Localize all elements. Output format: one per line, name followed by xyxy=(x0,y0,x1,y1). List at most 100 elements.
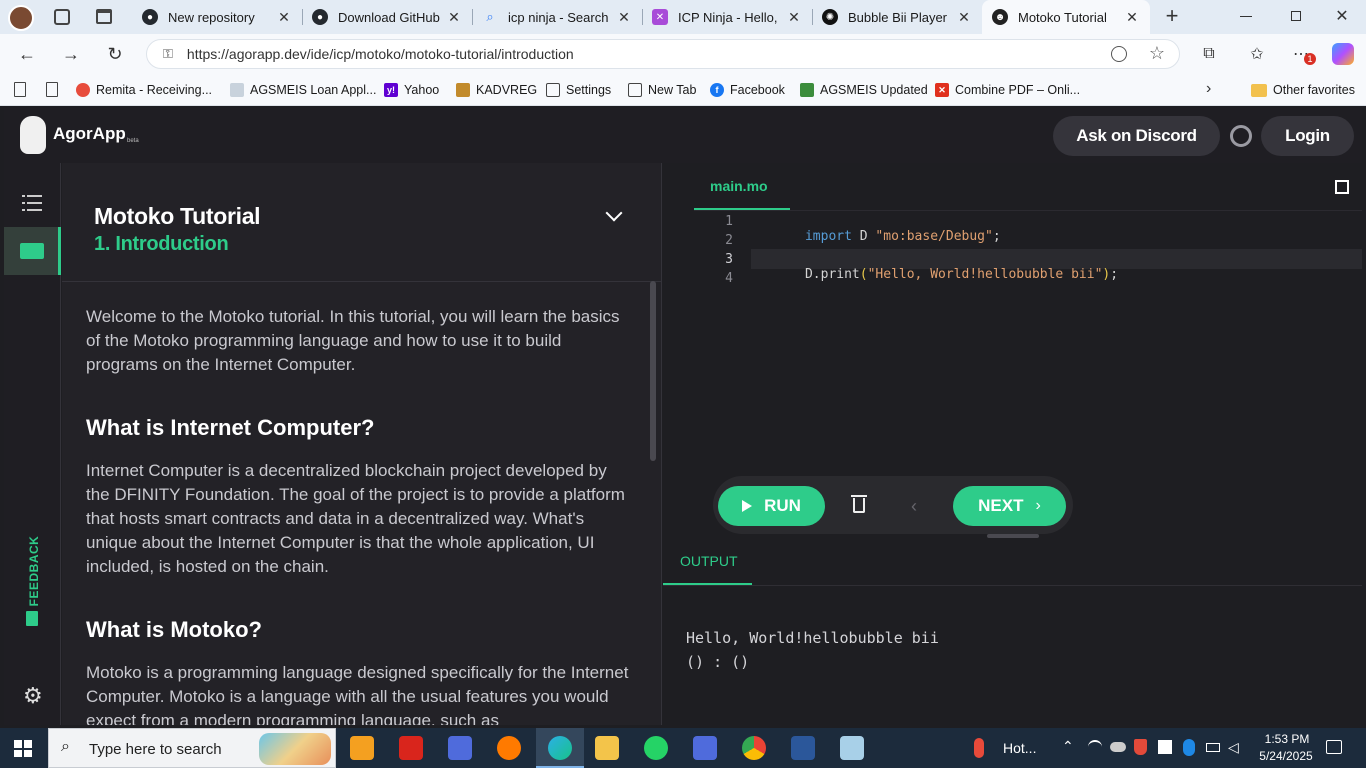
settings-gear-icon[interactable]: ⚙ xyxy=(23,685,43,707)
search-highlight-image xyxy=(259,733,331,765)
workspaces-icon[interactable] xyxy=(54,9,70,25)
tab-icp-ninja-hello[interactable]: ✕ ICP Ninja - Hello, wo ✕ xyxy=(642,0,812,34)
file-tab-main-mo[interactable]: main.mo xyxy=(694,163,790,210)
run-label: RUN xyxy=(764,496,801,515)
favorite-kadvreg[interactable]: KADVREG xyxy=(456,81,537,99)
new-tab-button[interactable]: + xyxy=(1160,4,1184,28)
notifications-icon[interactable] xyxy=(1326,740,1342,754)
close-tab-icon[interactable]: ✕ xyxy=(786,9,802,26)
network-icon[interactable] xyxy=(1088,740,1102,754)
tab-download-github[interactable]: ● Download GitHub De ✕ xyxy=(302,0,472,34)
previous-chevron-icon[interactable]: ‹ xyxy=(911,496,917,517)
refresh-button[interactable]: ↻ xyxy=(100,39,130,69)
favorite-label: Remita - Receiving... xyxy=(96,83,213,97)
code-editor: main.mo 1 2 3 4 import D "mo:base/Debug"… xyxy=(663,163,1362,543)
copilot-icon[interactable] xyxy=(1332,43,1354,65)
brand-name[interactable]: AgorApp xyxy=(53,124,126,144)
login-button[interactable]: Login xyxy=(1261,116,1354,156)
extensions-icon[interactable]: ⧉ xyxy=(1194,39,1224,69)
app-icon[interactable] xyxy=(350,736,374,760)
tab-label: icp ninja - Search xyxy=(508,9,609,25)
chevron-down-icon[interactable] xyxy=(605,204,623,222)
chevron-right-icon[interactable]: › xyxy=(1206,80,1211,98)
tab-bubble-bii[interactable]: ✺ Bubble Bii Player UI ✕ xyxy=(812,0,982,34)
other-favorites[interactable]: Other favorites xyxy=(1251,81,1355,99)
tab-actions-icon[interactable] xyxy=(96,9,112,24)
tab-motoko-tutorial[interactable]: ☻ Motoko Tutorial ✕ xyxy=(982,0,1150,34)
cloud-icon[interactable] xyxy=(1110,742,1126,752)
reader-icon[interactable] xyxy=(1111,46,1127,62)
agorapp-logo-icon[interactable] xyxy=(20,116,46,154)
tray-chevron-up-icon[interactable]: ⌃ xyxy=(1062,738,1074,755)
tab-label: Download GitHub De xyxy=(338,9,440,25)
app-icon[interactable] xyxy=(840,736,864,760)
windows-start-icon[interactable] xyxy=(14,740,32,757)
security-shield-icon[interactable] xyxy=(1134,739,1147,755)
favorite-combine-pdf[interactable]: ✕ Combine PDF – Onli... xyxy=(935,81,1080,99)
agsmeis-icon xyxy=(800,83,814,97)
battery-icon[interactable] xyxy=(1206,743,1220,752)
tutorial-book-tab[interactable] xyxy=(4,227,61,275)
agorapp-icon: ☻ xyxy=(992,9,1008,25)
favorite-remita[interactable]: Remita - Receiving... xyxy=(76,81,212,99)
ask-on-discord-button[interactable]: Ask on Discord xyxy=(1053,116,1220,156)
app-icon[interactable] xyxy=(448,736,472,760)
weather-icon[interactable] xyxy=(974,738,984,758)
next-button[interactable]: NEXT › xyxy=(953,486,1066,526)
favorite-settings[interactable]: Settings xyxy=(546,81,611,99)
github-icon: ● xyxy=(142,9,158,25)
feedback-tab[interactable]: FEEDBACK xyxy=(16,528,56,628)
forward-button[interactable]: → xyxy=(56,39,86,69)
site-info-icon[interactable]: ⚿ xyxy=(163,46,173,62)
close-window-button[interactable]: ✕ xyxy=(1334,6,1350,26)
app-icon[interactable] xyxy=(693,736,717,760)
page-icon[interactable] xyxy=(14,82,26,97)
minimize-button[interactable] xyxy=(1240,16,1252,17)
weather-text[interactable]: Hot... xyxy=(1003,740,1036,756)
restore-button[interactable] xyxy=(1291,11,1301,21)
tab-icp-ninja-search[interactable]: ⌕ icp ninja - Search ✕ xyxy=(472,0,642,34)
run-button[interactable]: RUN xyxy=(718,486,825,526)
bluetooth-icon[interactable] xyxy=(1183,739,1195,756)
favorite-agsmeis-loan[interactable]: AGSMEIS Loan Appl... xyxy=(230,81,376,99)
tab-new-repository[interactable]: ● New repository ✕ xyxy=(132,0,302,34)
favorite-facebook[interactable]: f Facebook xyxy=(710,81,785,99)
kadvreg-icon xyxy=(456,83,470,97)
file-explorer-icon[interactable] xyxy=(595,736,619,760)
output-tab[interactable]: OUTPUT xyxy=(663,543,752,585)
favorite-star-icon[interactable]: ☆ xyxy=(1149,43,1165,64)
favorites-icon[interactable]: ✩ xyxy=(1242,39,1272,69)
address-bar[interactable]: ⚿ https://agorapp.dev/ide/icp/motoko/mot… xyxy=(146,39,1180,69)
app-tray-icon[interactable] xyxy=(1158,740,1172,754)
theme-toggle-icon[interactable] xyxy=(1230,125,1252,147)
list-menu-icon[interactable] xyxy=(22,195,42,211)
trash-icon[interactable] xyxy=(851,495,867,513)
page-icon[interactable] xyxy=(46,82,58,97)
tutorial-scrollbar[interactable] xyxy=(650,281,656,461)
close-tab-icon[interactable]: ✕ xyxy=(446,9,462,26)
volume-icon[interactable]: ◁ xyxy=(1228,739,1239,756)
profile-avatar[interactable] xyxy=(8,5,34,31)
line-number: 3 xyxy=(725,252,733,267)
word-icon[interactable] xyxy=(791,736,815,760)
taskbar-search-box[interactable]: ⌕ Type here to search xyxy=(48,728,336,768)
close-tab-icon[interactable]: ✕ xyxy=(276,9,292,26)
close-tab-icon[interactable]: ✕ xyxy=(1124,9,1140,26)
favorite-agsmeis-updated[interactable]: AGSMEIS Updated xyxy=(800,81,928,99)
pdf-app-icon[interactable] xyxy=(399,736,423,760)
fullscreen-icon[interactable] xyxy=(1335,180,1349,194)
clock-time[interactable]: 1:53 PM xyxy=(1260,732,1314,746)
code-area[interactable]: 1 2 3 4 import D "mo:base/Debug"; D.prin… xyxy=(663,211,1362,491)
edge-taskbar-active[interactable] xyxy=(536,728,584,768)
play-icon xyxy=(742,500,753,512)
resize-handle[interactable] xyxy=(987,534,1039,538)
firefox-icon[interactable] xyxy=(497,736,521,760)
close-tab-icon[interactable]: ✕ xyxy=(956,9,972,26)
whatsapp-icon[interactable] xyxy=(644,736,668,760)
favorite-new-tab[interactable]: New Tab xyxy=(628,81,696,99)
close-tab-icon[interactable]: ✕ xyxy=(616,9,632,26)
clock-date[interactable]: 5/24/2025 xyxy=(1254,749,1318,763)
back-button[interactable]: ← xyxy=(12,39,42,69)
chrome-icon[interactable] xyxy=(742,736,766,760)
favorite-yahoo[interactable]: y! Yahoo xyxy=(384,81,439,99)
